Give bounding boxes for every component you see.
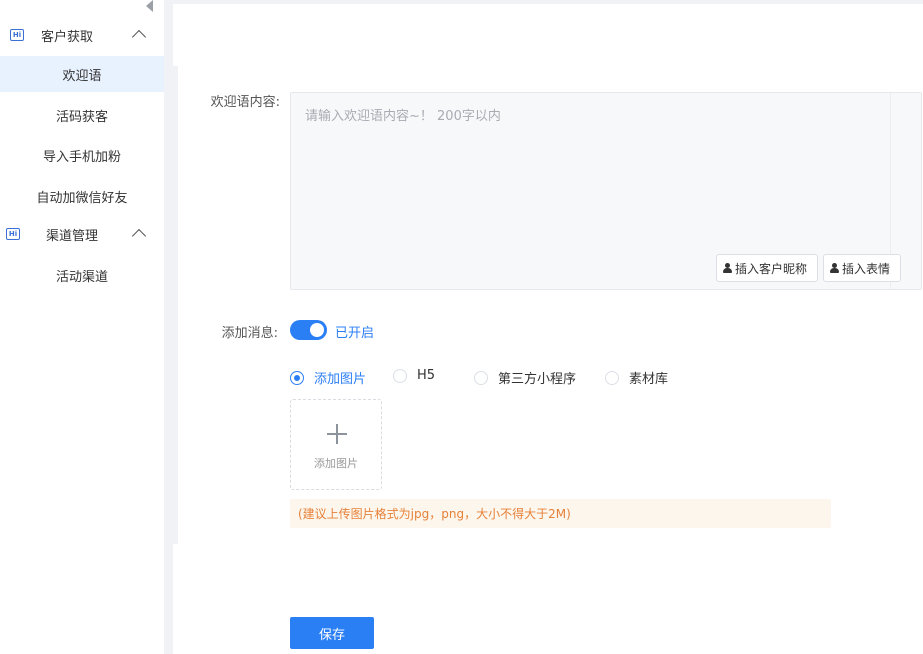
menu-group-label: 渠道管理 [46, 229, 99, 244]
add-message-label: 添加消息: [221, 326, 278, 341]
switch-knob [310, 323, 324, 337]
menu-group-customer-acquisition[interactable]: Hi 客户获取 [0, 15, 164, 55]
menu-group-label: 客户获取 [41, 30, 94, 45]
radio-label: H5 [417, 368, 436, 383]
user-icon [830, 263, 839, 273]
radio-dot [474, 370, 488, 385]
radio-add-image[interactable]: 添加图片 [290, 368, 366, 387]
radio-label: 第三方小程序 [498, 372, 577, 387]
insert-nickname-label: 插入客户昵称 [735, 261, 808, 276]
content-label: 欢迎语内容: [210, 95, 280, 110]
radio-material-library[interactable]: 素材库 [605, 368, 668, 387]
plus-icon [327, 424, 347, 444]
radio-label: 添加图片 [314, 372, 367, 387]
radio-label: 素材库 [629, 372, 669, 387]
insert-nickname-button[interactable]: 插入客户昵称 [716, 254, 818, 282]
menu-group-channel-management[interactable]: Hi 渠道管理 [0, 214, 164, 254]
hi-icon: Hi [10, 29, 24, 41]
sidebar-item-import-phone[interactable]: 导入手机加粉 [0, 137, 164, 173]
chevron-up-icon[interactable] [131, 29, 147, 45]
upload-tip: (建议上传图片格式为jpg，png，大小不得大于2M) [290, 499, 831, 528]
content-divider [173, 66, 178, 544]
switch-status-text: 已开启 [335, 326, 375, 341]
page: Hi 客户获取 欢迎语 活码获客 导入手机加粉 自动加微信好友 Hi 渠道管理 … [0, 0, 923, 654]
save-button[interactable]: 保存 [290, 617, 374, 649]
insert-emoji-label: 插入表情 [842, 261, 891, 276]
hi-icon: Hi [6, 228, 20, 240]
upload-label: 添加图片 [314, 457, 358, 470]
radio-dot [605, 370, 619, 385]
chevron-up-icon[interactable] [131, 228, 147, 244]
sidebar: Hi 客户获取 欢迎语 活码获客 导入手机加粉 自动加微信好友 Hi 渠道管理 … [0, 0, 164, 654]
insert-emoji-button[interactable]: 插入表情 [823, 254, 901, 282]
radio-dot [290, 370, 304, 385]
add-message-switch[interactable] [290, 320, 327, 340]
sidebar-item-activity-channel[interactable]: 活动渠道 [0, 257, 164, 293]
radio-dot [393, 368, 407, 383]
sidebar-divider [164, 0, 173, 654]
radio-h5[interactable]: H5 [393, 368, 435, 383]
radio-mini-program[interactable]: 第三方小程序 [474, 368, 576, 387]
sidebar-item-qrcode[interactable]: 活码获客 [0, 97, 164, 133]
user-icon [723, 263, 732, 273]
add-image-upload[interactable]: 添加图片 [290, 399, 382, 490]
sidebar-item-auto-add-wechat[interactable]: 自动加微信好友 [0, 178, 164, 214]
textarea-placeholder: 请输入欢迎语内容~！ 200字以内 [305, 109, 501, 124]
welcome-content-textarea[interactable]: 请输入欢迎语内容~！ 200字以内 插入客户昵称 插入表情 [290, 92, 922, 290]
top-divider [173, 0, 923, 4]
sidebar-item-welcome[interactable]: 欢迎语 [0, 56, 164, 92]
collapse-sidebar-icon[interactable] [146, 0, 153, 12]
